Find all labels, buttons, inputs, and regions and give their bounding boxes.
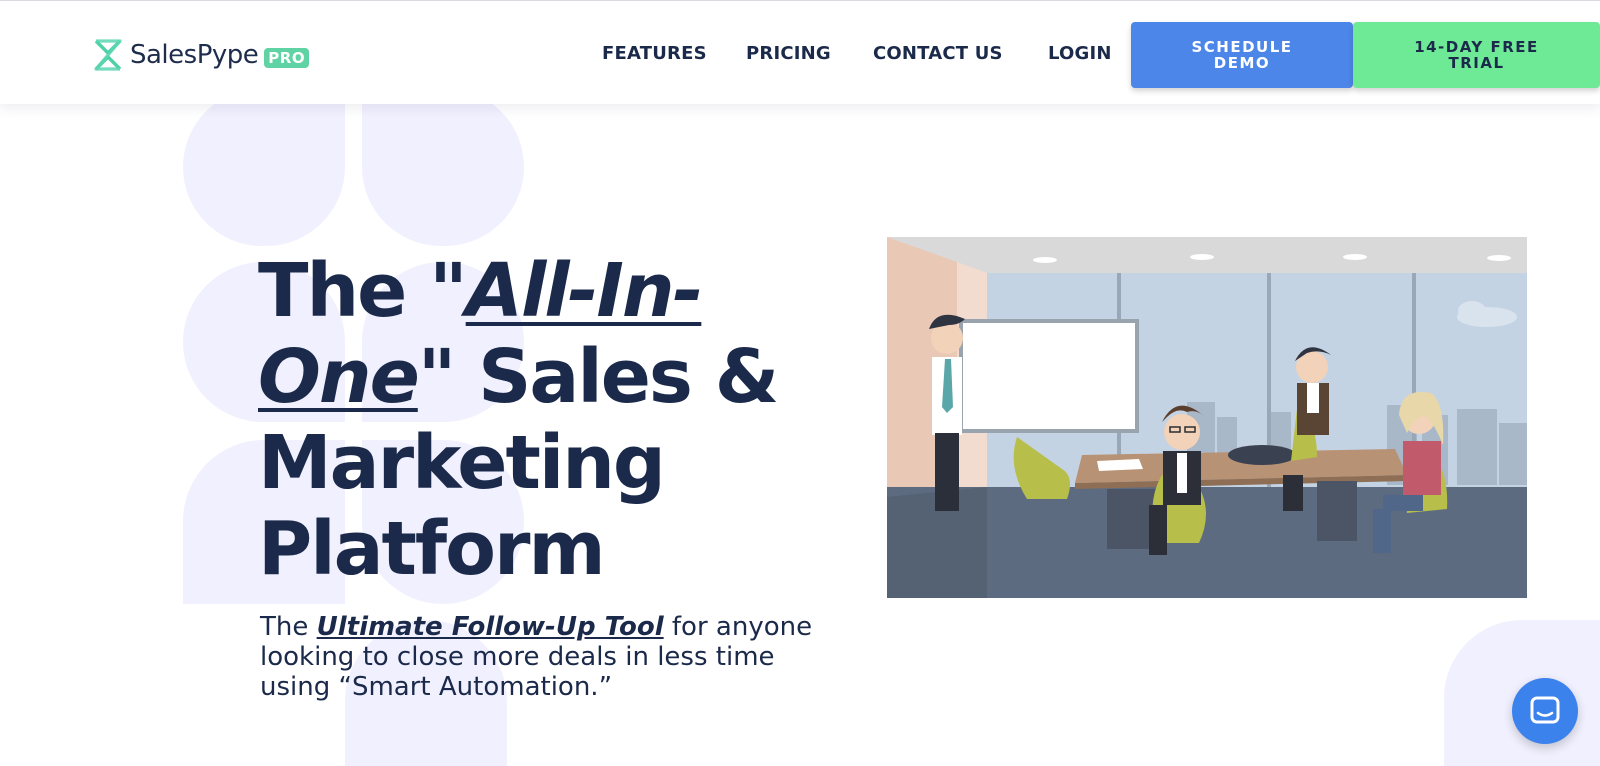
schedule-demo-label: SCHEDULE DEMO <box>1191 38 1293 72</box>
decor-shape <box>362 88 524 246</box>
headline-prefix: The " <box>258 248 468 334</box>
nav-item-features[interactable]: FEATURES <box>602 43 707 64</box>
chat-bubble-icon <box>1530 696 1560 724</box>
nav-item-contact-us[interactable]: CONTACT US <box>873 43 1003 64</box>
hero-subheading: The Ultimate Follow-Up Tool for anyone l… <box>260 612 840 702</box>
nav-item-login[interactable]: LOGIN <box>1048 43 1112 64</box>
subhead-prefix: The <box>260 612 317 642</box>
nav-item-pricing[interactable]: PRICING <box>746 43 831 64</box>
hero-headline: The "All-In-One" Sales & Marketing Platf… <box>258 248 818 592</box>
chat-launcher-button[interactable] <box>1512 678 1578 744</box>
subhead-emphasis: Ultimate Follow-Up Tool <box>316 612 664 642</box>
meeting-room-illustration <box>887 237 1527 598</box>
free-trial-label: 14-DAY FREE TRIAL <box>1414 38 1539 72</box>
schedule-demo-button[interactable]: SCHEDULE DEMO <box>1131 22 1353 88</box>
free-trial-button[interactable]: 14-DAY FREE TRIAL <box>1353 22 1600 88</box>
top-navigation-bar: SalesPype PRO FEATURES PRICING CONTACT U… <box>0 0 1600 104</box>
decor-shape <box>183 88 345 246</box>
